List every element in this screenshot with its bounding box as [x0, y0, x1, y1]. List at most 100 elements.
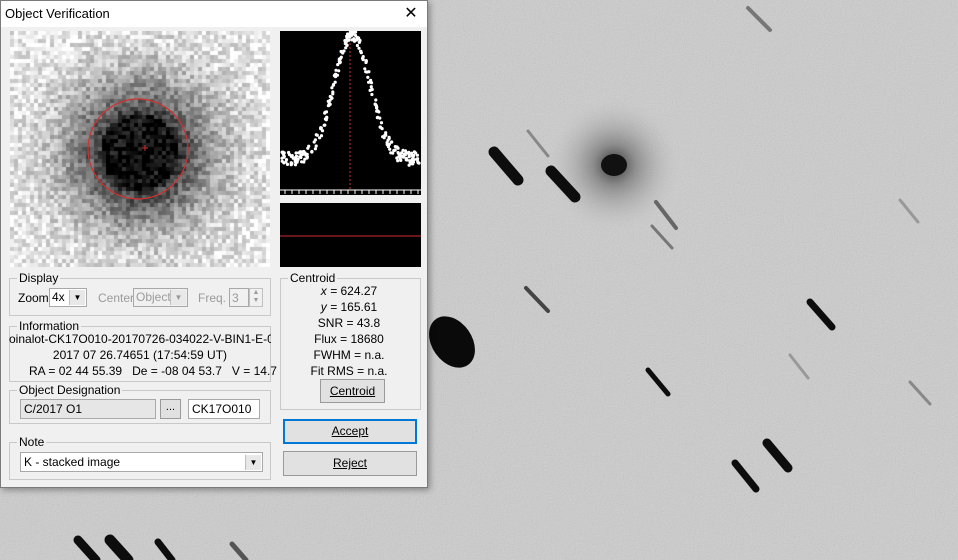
de-label: De =: [132, 364, 158, 378]
profile-point: [403, 153, 407, 157]
profile-point: [381, 135, 385, 139]
profile-point: [359, 49, 363, 53]
centroid-button-label: Centroid: [329, 384, 376, 398]
profile-point: [409, 162, 413, 166]
profile-point: [385, 141, 389, 145]
centroid-button[interactable]: Centroid: [320, 379, 385, 403]
profile-point: [396, 151, 400, 155]
residual-plot: [280, 203, 421, 267]
profile-point: [347, 35, 352, 39]
snr-value: 43.8: [356, 316, 381, 330]
freq-spinner[interactable]: ▲ ▼: [249, 288, 263, 307]
centroid-x-row: x = 624.27: [283, 283, 415, 299]
flux-row: Flux = 18680: [283, 331, 415, 347]
fwhm-row: FWHM = n.a.: [283, 347, 415, 363]
centroid-crosshair-icon: [142, 145, 148, 151]
freq-input[interactable]: 3: [229, 288, 249, 307]
centroid-y-row: y = 165.61: [283, 299, 415, 315]
designation-code-field[interactable]: CK17O010: [188, 399, 260, 419]
profile-point: [294, 151, 298, 155]
designation-name-field[interactable]: C/2017 O1: [20, 399, 156, 419]
x-label: x =: [320, 284, 338, 298]
title-bar[interactable]: Object Verification ✕: [1, 1, 427, 27]
accept-button[interactable]: Accept: [283, 419, 417, 444]
y-label: y =: [320, 300, 338, 314]
v-value: 14.7: [253, 364, 277, 378]
aperture-overlay: [87, 98, 189, 200]
note-value: K - stacked image: [24, 455, 121, 469]
close-icon[interactable]: ✕: [395, 1, 427, 27]
center-select[interactable]: Object ▼: [133, 288, 188, 307]
profile-point: [355, 43, 359, 48]
profile-point: [325, 115, 329, 119]
center-label: Center: [98, 291, 135, 305]
browse-designation-button[interactable]: ...: [160, 399, 181, 419]
profile-point: [323, 123, 327, 127]
snr-label: SNR =: [317, 316, 354, 330]
reject-button-label: Reject: [332, 456, 367, 470]
profile-point: [301, 152, 305, 156]
profile-point: [390, 140, 394, 144]
profile-point: [319, 127, 323, 131]
profile-point: [326, 99, 330, 103]
profile-point: [412, 150, 416, 154]
profile-point: [356, 36, 360, 40]
profile-point: [367, 70, 371, 74]
x-value: 624.27: [340, 284, 378, 298]
profile-point: [313, 147, 317, 151]
profile-point: [334, 75, 338, 79]
profile-point: [281, 151, 285, 155]
profile-point: [364, 60, 368, 65]
note-group-label: Note: [17, 435, 47, 449]
profile-point: [378, 116, 382, 120]
profile-point: [306, 146, 310, 150]
profile-point: [352, 39, 357, 43]
profile-point: [284, 160, 288, 164]
profile-point: [334, 68, 338, 72]
profile-point: [291, 156, 295, 160]
profile-point: [331, 90, 335, 94]
profile-point: [343, 41, 347, 46]
flux-value: 18680: [350, 332, 384, 346]
profile-point: [312, 140, 316, 144]
profile-point: [298, 151, 302, 155]
profile-point: [314, 144, 318, 148]
observation-datetime: 2017 07 26.74651 (17:54:59 UT): [52, 348, 228, 362]
profile-point: [379, 121, 384, 125]
profile-point: [337, 69, 341, 73]
profile-point: [337, 57, 341, 61]
profile-point: [361, 55, 365, 59]
chevron-down-icon: ▼: [170, 290, 186, 305]
freq-label: Freq.: [198, 291, 227, 305]
profile-point: [336, 63, 340, 67]
zoom-value: 4x: [52, 290, 65, 304]
profile-point: [329, 95, 333, 99]
zoom-select[interactable]: 4x ▼: [49, 288, 87, 307]
profile-point: [305, 155, 309, 159]
profile-point: [361, 58, 365, 62]
chevron-down-icon: ▼: [245, 455, 261, 470]
fit-rms-value: n.a.: [367, 364, 388, 378]
profile-point: [333, 80, 337, 84]
zoom-label: Zoom: [18, 291, 49, 305]
profile-point: [377, 110, 381, 114]
aperture-circle: [87, 98, 189, 200]
flux-label: Flux =: [314, 332, 348, 346]
comet-nucleus: [601, 154, 627, 176]
reject-button[interactable]: Reject: [283, 451, 417, 476]
profile-point: [411, 156, 415, 160]
profile-point: [318, 136, 322, 140]
accept-button-label: Accept: [331, 424, 369, 438]
profile-point: [357, 46, 361, 50]
profile-point: [298, 155, 302, 159]
de-value: -08 04 53.7: [161, 364, 222, 378]
profile-point: [398, 157, 402, 161]
fwhm-label: FWHM =: [313, 348, 362, 362]
note-select[interactable]: K - stacked image ▼: [20, 452, 263, 472]
fit-rms-row: Fit RMS = n.a.: [283, 363, 415, 379]
profile-point: [401, 148, 405, 152]
profile-point: [375, 106, 379, 110]
coordinates-line: RA = 02 44 55.39 De = -08 04 53.7 V = 14…: [29, 364, 277, 378]
profile-point: [407, 152, 411, 156]
profile-point: [367, 80, 371, 84]
